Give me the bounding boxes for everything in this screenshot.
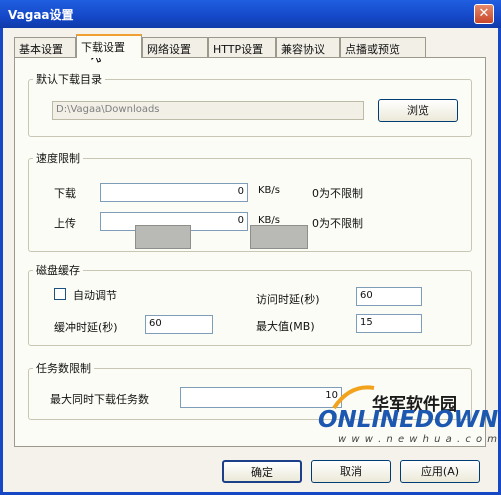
max-cache-input[interactable]: 15: [356, 314, 422, 333]
tab-compat[interactable]: 兼容协议: [276, 37, 340, 57]
upload-speed-hint: 0为不限制: [312, 217, 363, 230]
buffer-delay-input[interactable]: 60: [145, 315, 213, 334]
tab-label: 下载设置: [81, 41, 125, 54]
watermark-logo-text: ONLINEDOWN: [318, 407, 499, 433]
tab-label: 兼容协议: [281, 43, 325, 56]
auto-adjust-label: 自动调节: [73, 289, 117, 302]
close-icon: ✕: [478, 6, 490, 21]
close-button[interactable]: ✕: [474, 4, 494, 24]
overlay-block: [250, 225, 308, 249]
tab-label: HTTP设置: [213, 43, 264, 56]
group-disk-cache-legend: 磁盘缓存: [33, 262, 83, 278]
download-speed-input[interactable]: 0: [100, 183, 248, 202]
group-task-limit-legend: 任务数限制: [33, 360, 94, 376]
tab-network[interactable]: 网络设置: [142, 37, 208, 57]
overlay-block: [135, 225, 191, 249]
download-speed-unit: KB/s: [258, 185, 280, 196]
tab-label: 网络设置: [147, 43, 191, 56]
max-cache-label: 最大值(MB): [256, 320, 315, 333]
tab-label: 基本设置: [19, 43, 63, 56]
watermark-url-text: w w w . n e w h u a . c o m: [338, 434, 499, 445]
title-bar: Vagaa设置: [0, 0, 501, 28]
download-speed-hint: 0为不限制: [312, 187, 363, 200]
auto-adjust-checkbox[interactable]: [54, 288, 66, 300]
browse-button[interactable]: 浏览: [378, 99, 458, 122]
max-tasks-label: 最大同时下载任务数: [50, 393, 149, 406]
ok-button[interactable]: 确定: [222, 460, 302, 483]
access-delay-input[interactable]: 60: [356, 287, 422, 306]
download-dir-path-field[interactable]: D:\Vagaa\Downloads: [52, 101, 364, 120]
max-tasks-input[interactable]: 10: [180, 387, 342, 408]
tab-http[interactable]: HTTP设置: [208, 37, 276, 57]
download-speed-label: 下载: [54, 187, 76, 200]
tab-preview[interactable]: 点播或预览: [340, 37, 426, 57]
access-delay-label: 访问时延(秒): [256, 293, 320, 306]
cancel-button[interactable]: 取消: [311, 460, 391, 483]
group-speed-limit-legend: 速度限制: [33, 150, 83, 166]
window-title: Vagaa设置: [8, 8, 74, 22]
group-download-dir-legend: 默认下载目录: [33, 71, 105, 87]
tab-download[interactable]: 下载设置: [76, 34, 142, 58]
apply-button[interactable]: 应用(A): [400, 460, 480, 483]
buffer-delay-label: 缓冲时延(秒): [54, 321, 118, 334]
tab-basic[interactable]: 基本设置: [14, 37, 76, 57]
upload-speed-label: 上传: [54, 217, 76, 230]
tab-label: 点播或预览: [345, 43, 400, 56]
